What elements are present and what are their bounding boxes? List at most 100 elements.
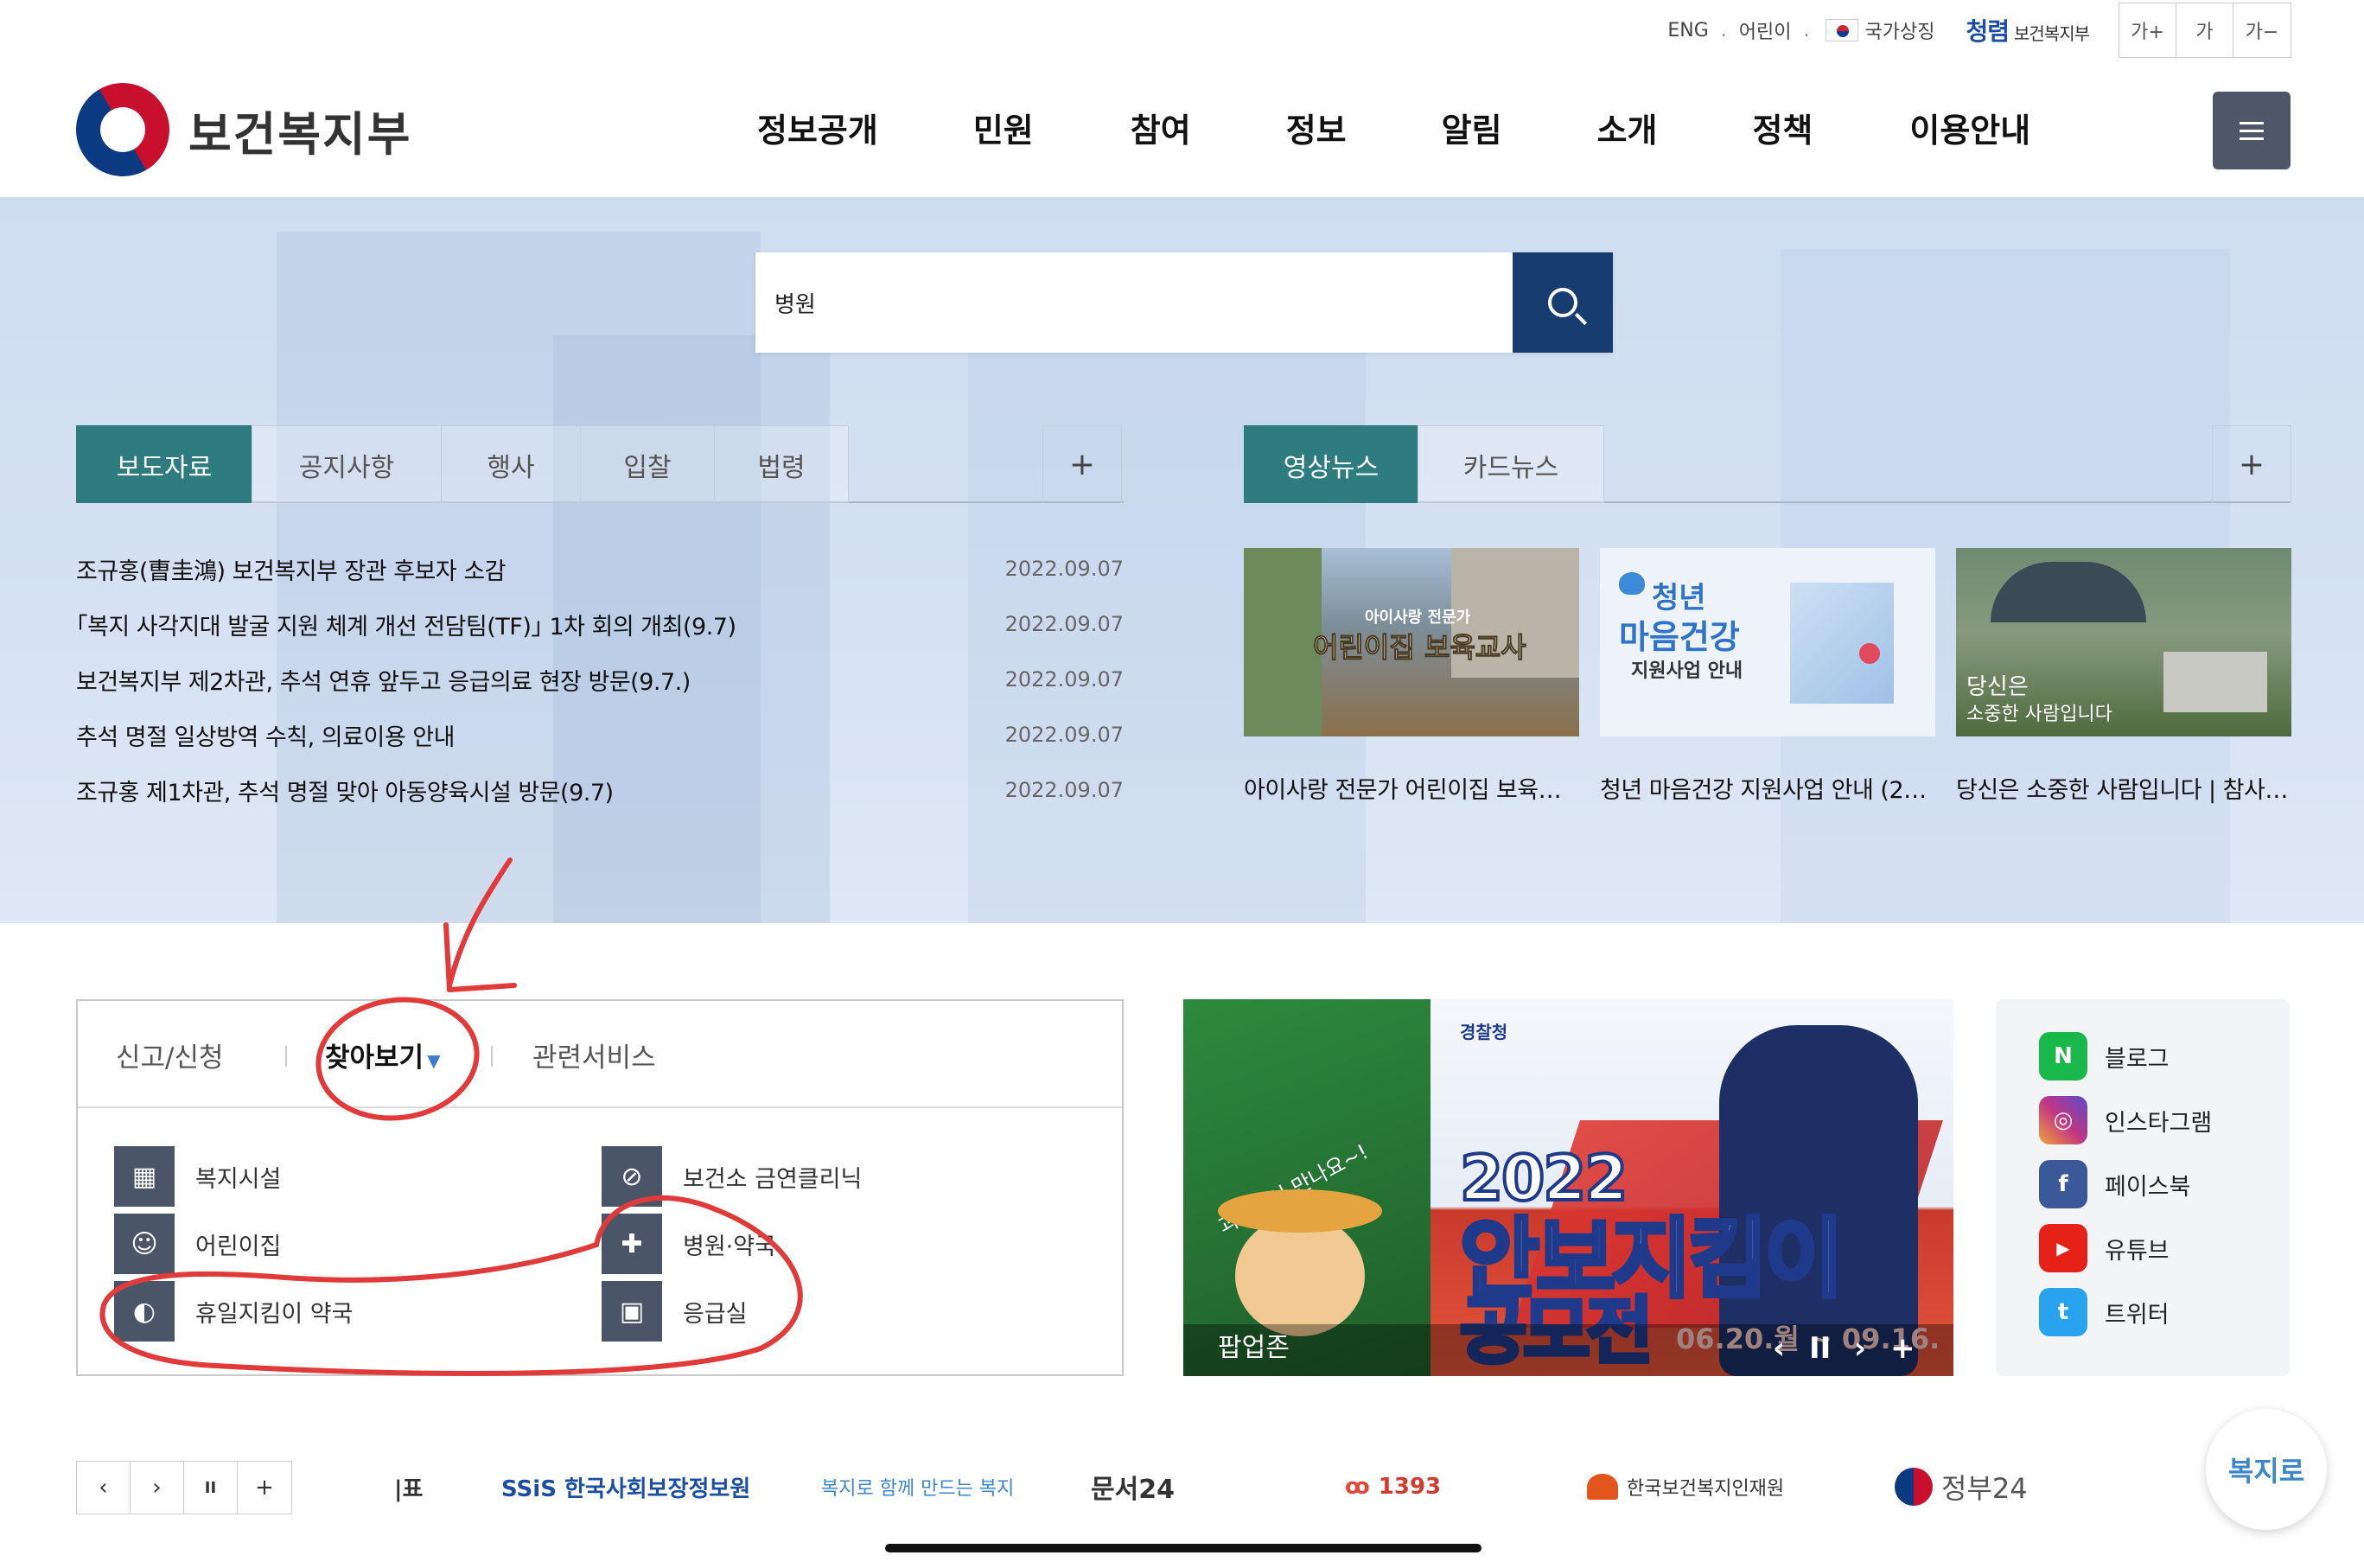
related-site-doc24[interactable]: 문서24 [1091, 1461, 1175, 1513]
hat-icon [1218, 1189, 1382, 1233]
nav-item-news[interactable]: 알림 [1442, 104, 1502, 151]
related-sites-controls: ‹ › II + [76, 1461, 292, 1514]
thumb-line2: 마음건강 [1619, 618, 1740, 656]
font-increase-button[interactable]: 가+ [2119, 3, 2176, 57]
separator-dot: . [1803, 19, 1810, 41]
nav-item-info-disclosure[interactable]: 정보공개 [757, 104, 878, 151]
service-item-hospital-pharmacy[interactable]: ✚ 병원·약국 [602, 1214, 776, 1274]
quick-service-box: 신고/신청 찾아보기 ▼ 관련서비스 ▦ 복지시설 ⊘ 보건소 금연클리닉 ☺ 어… [76, 999, 1124, 1376]
search-input[interactable]: 병원 [774, 287, 816, 319]
list-item[interactable]: 추석 명절 일상방역 수칙, 의료이용 안내 2022.09.07 [76, 707, 1124, 762]
banner-next-button[interactable]: › [1854, 1331, 1866, 1366]
tab-separator [491, 1046, 493, 1067]
nav-item-civil[interactable]: 민원 [973, 104, 1034, 151]
slogan-text: 청렴 [1966, 17, 2010, 46]
sns-links: N 블로그 ◎ 인스타그램 f 페이스북 ▶ 유튜브 t 트위터 [1996, 999, 2290, 1376]
service-item-smoking-clinic[interactable]: ⊘ 보건소 금연클리닉 [602, 1146, 862, 1207]
taeguk-logo-icon [59, 66, 187, 194]
integrity-slogan: 청렴 보건복지부 [1966, 13, 2090, 48]
slogan-sub: 보건복지부 [2014, 23, 2090, 44]
news-list: 조규홍(曺圭鴻) 보건복지부 장관 후보자 소감 2022.09.07 ｢복지 사… [76, 541, 1124, 818]
news-title: 추석 명절 일상방역 수칙, 의료이용 안내 [76, 723, 455, 751]
list-item[interactable]: 조규홍 제1차관, 추석 명절 맞아 아동양육시설 방문(9.7) 2022.09… [76, 762, 1124, 818]
tab-find[interactable]: 찾아보기 ▼ [325, 1036, 440, 1074]
tab-press-release[interactable]: 보도자료 [76, 425, 252, 503]
nav-item-about[interactable]: 소개 [1597, 104, 1658, 151]
sns-youtube-link[interactable]: ▶ 유튜브 [2039, 1224, 2170, 1272]
bokjiro-floating-button[interactable]: 복지로 [2206, 1409, 2327, 1530]
youtube-icon: ▶ [2039, 1224, 2087, 1272]
banner-prev-button[interactable]: ‹ [1773, 1331, 1785, 1366]
annotation-arrowhead [443, 922, 517, 992]
video-card[interactable]: 청년 마음건강 지원사업 안내 청년 마음건강 지원사업 안내 (2분… [1600, 548, 1935, 805]
related-site-1393[interactable]: ꝏ 1393 [1345, 1461, 1441, 1513]
thumb-line3: 지원사업 안내 [1631, 660, 1743, 682]
banner-pause-button[interactable]: II [1809, 1331, 1831, 1366]
service-item-daycare[interactable]: ☺ 어린이집 [114, 1214, 281, 1274]
sns-label: 유튜브 [2105, 1237, 2170, 1265]
hospital-cross-icon: ✚ [602, 1214, 662, 1274]
service-item-emergency-room[interactable]: ▣ 응급실 [602, 1281, 748, 1342]
video-thumbnail: 청년 마음건강 지원사업 안내 [1600, 548, 1935, 736]
search-button[interactable] [1513, 252, 1613, 353]
related-prev-button[interactable]: ‹ [77, 1462, 131, 1514]
related-pause-button[interactable]: II [184, 1462, 238, 1514]
banner-more-button[interactable]: + [1890, 1331, 1915, 1366]
related-site-khwis-label: 한국보건복지인재원 [1627, 1478, 1785, 1500]
tab-separator [285, 1046, 287, 1067]
sns-twitter-link[interactable]: t 트위터 [2039, 1288, 2170, 1336]
sns-facebook-link[interactable]: f 페이스북 [2039, 1160, 2190, 1208]
tab-bid[interactable]: 입찰 [580, 425, 715, 503]
news-date: 2022.09.07 [1004, 778, 1124, 802]
video-caption: 아이사랑 전문가 어린이집 보육교사 [1244, 777, 1579, 804]
related-site-ssis[interactable]: SSiS 한국사회보장정보원 [501, 1461, 750, 1513]
tab-report-apply[interactable]: 신고/신청 [116, 1036, 224, 1074]
national-symbol-link[interactable]: 국가상징 [1825, 16, 1935, 44]
tab-related-service[interactable]: 관련서비스 [532, 1036, 656, 1074]
kids-link[interactable]: 어린이 [1739, 16, 1792, 44]
news-date: 2022.09.07 [1004, 723, 1124, 747]
logo-text: 보건복지부 [188, 106, 412, 162]
related-site-link[interactable]: |표 [394, 1461, 423, 1513]
thumb-small-text: 아이사랑 전문가 [1365, 609, 1471, 627]
news-more-button[interactable]: + [1042, 425, 1122, 503]
nav-item-information[interactable]: 정보 [1286, 104, 1347, 151]
video-card[interactable]: 아이사랑 전문가 어린이집 보육교사 아이사랑 전문가 어린이집 보육교사 [1244, 548, 1579, 805]
video-card[interactable]: 당신은 소중한 사람입니다 당신은 소중한 사람입니다 | 참사… [1956, 548, 2291, 805]
nav-item-guide[interactable]: 이용안내 [1909, 104, 2030, 151]
related-site-khwis[interactable]: 한국보건복지인재원 [1587, 1461, 1784, 1513]
gov24-logo-icon [1895, 1468, 1933, 1506]
list-item[interactable]: 조규홍(曺圭鴻) 보건복지부 장관 후보자 소감 2022.09.07 [76, 541, 1124, 596]
service-item-holiday-pharmacy[interactable]: ◐ 휴일지킴이 약국 [114, 1281, 353, 1342]
tab-notice[interactable]: 공지사항 [252, 425, 442, 503]
tab-law[interactable]: 법령 [714, 425, 849, 503]
font-decrease-button[interactable]: 가− [2233, 3, 2291, 57]
eng-link[interactable]: ENG [1667, 20, 1708, 41]
national-symbol-label: 국가상징 [1864, 22, 1935, 43]
news-date: 2022.09.07 [1004, 667, 1124, 692]
related-site-gov24[interactable]: 정부24 [1895, 1461, 2028, 1513]
tab-event[interactable]: 행사 [441, 425, 581, 503]
nav-item-policy[interactable]: 정책 [1752, 104, 1813, 151]
news-title: ｢복지 사각지대 발굴 지원 체계 개선 전담팀(TF)｣ 1차 회의 개최(9… [76, 613, 736, 641]
list-item[interactable]: 보건복지부 제2차관, 추석 연휴 앞두고 응급의료 현장 방문(9.7.) 20… [76, 652, 1124, 707]
service-item-welfare-facility[interactable]: ▦ 복지시설 [114, 1146, 281, 1207]
related-next-button[interactable]: › [131, 1462, 184, 1514]
thumb-line1: 당신은 [1966, 674, 2029, 700]
sns-label: 트위터 [2105, 1301, 2170, 1329]
home-indicator [885, 1544, 1481, 1552]
related-site-bokjiro[interactable]: 복지로 함께 만드는 복지 [821, 1461, 1014, 1513]
nav-item-participation[interactable]: 참여 [1131, 104, 1191, 151]
video-thumbnail: 아이사랑 전문가 어린이집 보육교사 [1244, 548, 1579, 736]
sns-instagram-link[interactable]: ◎ 인스타그램 [2039, 1096, 2212, 1144]
font-reset-button[interactable]: 가 [2176, 3, 2233, 57]
list-item[interactable]: ｢복지 사각지대 발굴 지원 체계 개선 전담팀(TF)｣ 1차 회의 개최(9… [76, 596, 1124, 652]
popup-banner[interactable]: 괴산에서 만나요~! 경찰청 2022 안보지킴이 공모전 06.20.월 ~ … [1183, 999, 1953, 1376]
hamburger-menu-button[interactable] [2213, 92, 2291, 169]
ministry-logo[interactable]: 보건복지부 [59, 66, 412, 194]
sns-blog-link[interactable]: N 블로그 [2039, 1032, 2170, 1080]
tab-video-news[interactable]: 영상뉴스 [1244, 425, 1418, 503]
tab-card-news[interactable]: 카드뉴스 [1418, 425, 1604, 503]
video-more-button[interactable]: + [2212, 425, 2291, 503]
related-more-button[interactable]: + [238, 1462, 291, 1514]
